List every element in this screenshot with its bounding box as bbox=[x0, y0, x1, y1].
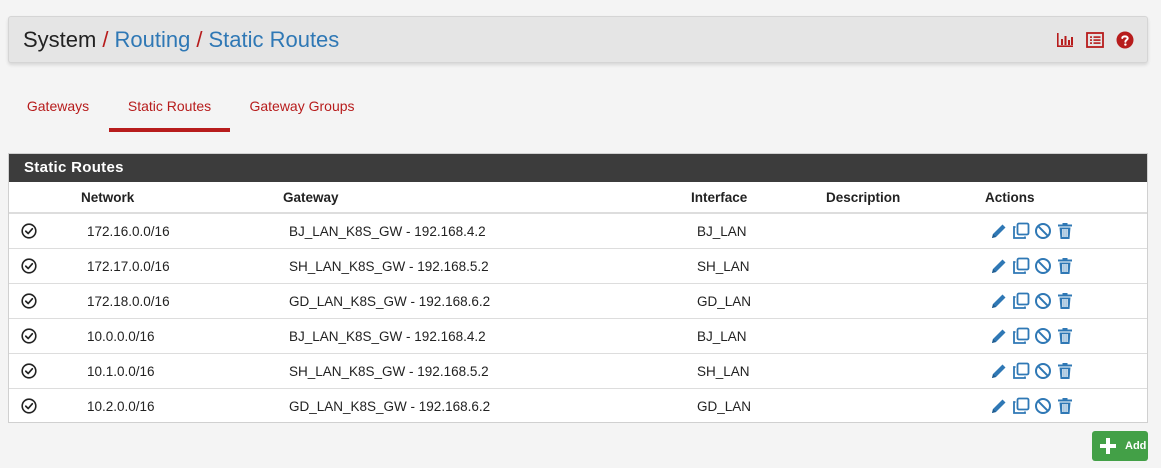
copy-icon[interactable] bbox=[1011, 396, 1031, 416]
cell-description bbox=[826, 213, 985, 249]
cell-gateway: SH_LAN_K8S_GW - 192.168.5.2 bbox=[283, 353, 691, 389]
page-header: System / Routing / Static Routes bbox=[8, 16, 1148, 63]
cell-interface: BJ_LAN bbox=[691, 213, 826, 249]
enabled-check-icon bbox=[21, 363, 37, 379]
help-icon[interactable] bbox=[1115, 31, 1135, 49]
column-header-status bbox=[9, 182, 81, 214]
cell-interface: SH_LAN bbox=[691, 248, 826, 284]
cell-network: 172.18.0.0/16 bbox=[81, 283, 283, 319]
static-routes-table: Network Gateway Interface Description Ac… bbox=[9, 182, 1147, 423]
disable-icon[interactable] bbox=[1033, 256, 1053, 276]
disable-icon[interactable] bbox=[1033, 221, 1053, 241]
chart-icon[interactable] bbox=[1055, 31, 1075, 49]
copy-icon[interactable] bbox=[1011, 256, 1031, 276]
delete-icon[interactable] bbox=[1055, 361, 1075, 381]
table-row[interactable]: 10.2.0.0/16 GD_LAN_K8S_GW - 192.168.6.2 GD… bbox=[9, 389, 1147, 424]
add-button[interactable]: Add bbox=[1092, 431, 1148, 461]
table-row[interactable]: 172.17.0.0/16 SH_LAN_K8S_GW - 192.168.5.2… bbox=[9, 248, 1147, 284]
cell-interface: GD_LAN bbox=[691, 283, 826, 319]
cell-network: 172.17.0.0/16 bbox=[81, 248, 283, 284]
cell-description bbox=[826, 248, 985, 284]
disable-icon[interactable] bbox=[1033, 396, 1053, 416]
column-header-actions: Actions bbox=[985, 182, 1147, 214]
enabled-check-icon bbox=[21, 328, 37, 344]
cell-network: 10.2.0.0/16 bbox=[87, 398, 155, 414]
tab-gateway-groups[interactable]: Gateway Groups bbox=[240, 92, 364, 132]
edit-icon[interactable] bbox=[989, 396, 1009, 416]
edit-icon[interactable] bbox=[989, 291, 1009, 311]
edit-icon[interactable] bbox=[989, 221, 1009, 241]
plus-icon bbox=[1097, 435, 1119, 457]
copy-icon[interactable] bbox=[1011, 291, 1031, 311]
table-row[interactable]: 172.18.0.0/16 GD_LAN_K8S_GW - 192.168.6.2… bbox=[9, 283, 1147, 319]
breadcrumb-static-routes-link[interactable]: Static Routes bbox=[208, 27, 339, 52]
delete-icon[interactable] bbox=[1055, 291, 1075, 311]
table-header-row: Network Gateway Interface Description Ac… bbox=[9, 182, 1147, 214]
cell-gateway: SH_LAN_K8S_GW - 192.168.5.2 bbox=[283, 248, 691, 284]
table-row[interactable]: 10.1.0.0/16 SH_LAN_K8S_GW - 192.168.5.2 SH… bbox=[9, 353, 1147, 389]
enabled-check-icon bbox=[21, 223, 37, 239]
edit-icon[interactable] bbox=[989, 326, 1009, 346]
cell-description bbox=[826, 283, 985, 319]
table-row[interactable]: 172.16.0.0/16 BJ_LAN_K8S_GW - 192.168.4.2… bbox=[9, 213, 1147, 249]
static-routes-panel: Static Routes Network Gateway Interface … bbox=[8, 153, 1148, 423]
breadcrumb-separator: / bbox=[102, 27, 109, 52]
disable-icon[interactable] bbox=[1033, 361, 1053, 381]
cell-interface: SH_LAN bbox=[691, 353, 826, 389]
column-header-interface[interactable]: Interface bbox=[691, 182, 826, 214]
column-header-gateway[interactable]: Gateway bbox=[283, 182, 691, 214]
add-button-label: Add bbox=[1125, 440, 1147, 452]
cell-network: 172.16.0.0/16 bbox=[81, 213, 283, 249]
cell-gateway: GD_LAN_K8S_GW - 192.168.6.2 bbox=[289, 398, 491, 414]
copy-icon[interactable] bbox=[1011, 326, 1031, 346]
delete-icon[interactable] bbox=[1055, 221, 1075, 241]
delete-icon[interactable] bbox=[1055, 256, 1075, 276]
copy-icon[interactable] bbox=[1011, 361, 1031, 381]
cell-network: 10.0.0.0/16 bbox=[81, 318, 283, 354]
edit-icon[interactable] bbox=[989, 256, 1009, 276]
panel-title: Static Routes bbox=[9, 154, 1147, 182]
cell-gateway: BJ_LAN_K8S_GW - 192.168.4.2 bbox=[283, 213, 691, 249]
column-header-network[interactable]: Network bbox=[81, 182, 283, 214]
cell-gateway: GD_LAN_K8S_GW - 192.168.6.2 bbox=[283, 283, 691, 319]
enabled-check-icon bbox=[21, 258, 37, 274]
disable-icon[interactable] bbox=[1033, 326, 1053, 346]
delete-icon[interactable] bbox=[1055, 396, 1075, 416]
delete-icon[interactable] bbox=[1055, 326, 1075, 346]
cell-interface: BJ_LAN bbox=[691, 318, 826, 354]
cell-description bbox=[826, 353, 985, 389]
cell-description bbox=[826, 318, 985, 354]
enabled-check-icon bbox=[21, 293, 37, 309]
column-header-description[interactable]: Description bbox=[826, 182, 985, 214]
breadcrumb: System / Routing / Static Routes bbox=[23, 27, 339, 53]
copy-icon[interactable] bbox=[1011, 221, 1031, 241]
breadcrumb-routing-link[interactable]: Routing bbox=[114, 27, 190, 52]
table-row[interactable]: 10.0.0.0/16 BJ_LAN_K8S_GW - 192.168.4.2 BJ… bbox=[9, 318, 1147, 354]
list-icon[interactable] bbox=[1085, 31, 1105, 49]
disable-icon[interactable] bbox=[1033, 291, 1053, 311]
cell-interface: GD_LAN bbox=[697, 398, 752, 414]
breadcrumb-system: System bbox=[23, 27, 97, 52]
breadcrumb-separator: / bbox=[196, 27, 203, 52]
cell-network: 10.1.0.0/16 bbox=[81, 353, 283, 389]
enabled-check-icon bbox=[21, 398, 37, 414]
edit-icon[interactable] bbox=[989, 361, 1009, 381]
cell-description bbox=[826, 389, 985, 424]
tab-gateways[interactable]: Gateways bbox=[8, 92, 108, 132]
tab-static-routes[interactable]: Static Routes bbox=[109, 92, 230, 132]
cell-gateway: BJ_LAN_K8S_GW - 192.168.4.2 bbox=[283, 318, 691, 354]
